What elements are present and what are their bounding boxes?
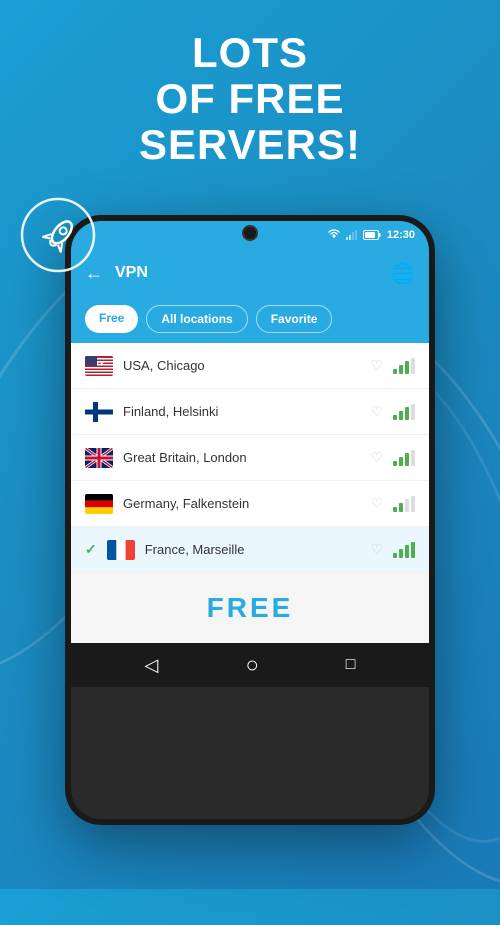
app-bar: ← VPN 🌐: [71, 249, 429, 297]
tab-free[interactable]: Free: [85, 305, 138, 333]
flag-france: [107, 540, 135, 560]
server-list: ★★★★ USA, Chicago ♡: [71, 343, 429, 643]
bottom-nav: ◁ ○ □: [71, 643, 429, 687]
server-item-uk[interactable]: Great Britain, London ♡: [71, 435, 429, 481]
time-display: 12:30: [387, 229, 415, 241]
app-title: VPN: [115, 264, 378, 282]
flag-usa: ★★★★: [85, 356, 113, 376]
selected-checkmark: ✓: [85, 541, 97, 558]
server-name-uk: Great Britain, London: [123, 450, 360, 465]
flag-uk: [85, 448, 113, 468]
header-line1: Lots: [192, 29, 308, 76]
svg-text:★★★★: ★★★★: [86, 361, 104, 367]
server-name-finland: Finland, Helsinki: [123, 404, 360, 419]
rocket-icon: [18, 195, 98, 275]
header-text: Lots of free servers!: [0, 30, 500, 169]
server-name-usa: USA, Chicago: [123, 358, 360, 373]
server-name-france: France, Marseille: [145, 542, 361, 557]
phone-screen: 12:30 ← VPN 🌐 Free All locations Favorit…: [71, 221, 429, 819]
nav-recent-button[interactable]: □: [346, 656, 356, 674]
server-name-germany: Germany, Falkenstein: [123, 496, 360, 511]
tab-all-locations[interactable]: All locations: [146, 305, 247, 333]
server-item-germany[interactable]: Germany, Falkenstein ♡: [71, 481, 429, 527]
favorite-uk[interactable]: ♡: [370, 449, 383, 466]
favorite-usa[interactable]: ♡: [370, 357, 383, 374]
tab-bar: Free All locations Favorite: [71, 297, 429, 343]
phone-mockup: 12:30 ← VPN 🌐 Free All locations Favorit…: [65, 215, 435, 825]
favorite-germany[interactable]: ♡: [370, 495, 383, 512]
signal-usa: [393, 358, 415, 374]
server-item-usa[interactable]: ★★★★ USA, Chicago ♡: [71, 343, 429, 389]
tab-favorite[interactable]: Favorite: [256, 305, 333, 333]
camera-dot: [242, 225, 258, 241]
signal-germany: [393, 496, 415, 512]
status-icons: 12:30: [327, 229, 415, 241]
signal-france: [393, 542, 415, 558]
favorite-france[interactable]: ♡: [370, 541, 383, 558]
globe-button[interactable]: 🌐: [390, 261, 415, 286]
nav-back-button[interactable]: ◁: [145, 655, 159, 676]
signal-finland: [393, 404, 415, 420]
flag-germany: [85, 494, 113, 514]
header-line2: of free: [155, 75, 344, 122]
free-label-area: FREE: [71, 573, 429, 643]
favorite-finland[interactable]: ♡: [370, 403, 383, 420]
server-item-france[interactable]: ✓ France, Marseille ♡: [71, 527, 429, 573]
signal-uk: [393, 450, 415, 466]
status-bar: 12:30: [71, 221, 429, 249]
nav-home-button[interactable]: ○: [245, 652, 258, 678]
free-label: FREE: [207, 592, 294, 624]
flag-finland: [85, 402, 113, 422]
header-line3: servers!: [139, 121, 361, 168]
server-item-finland[interactable]: Finland, Helsinki ♡: [71, 389, 429, 435]
